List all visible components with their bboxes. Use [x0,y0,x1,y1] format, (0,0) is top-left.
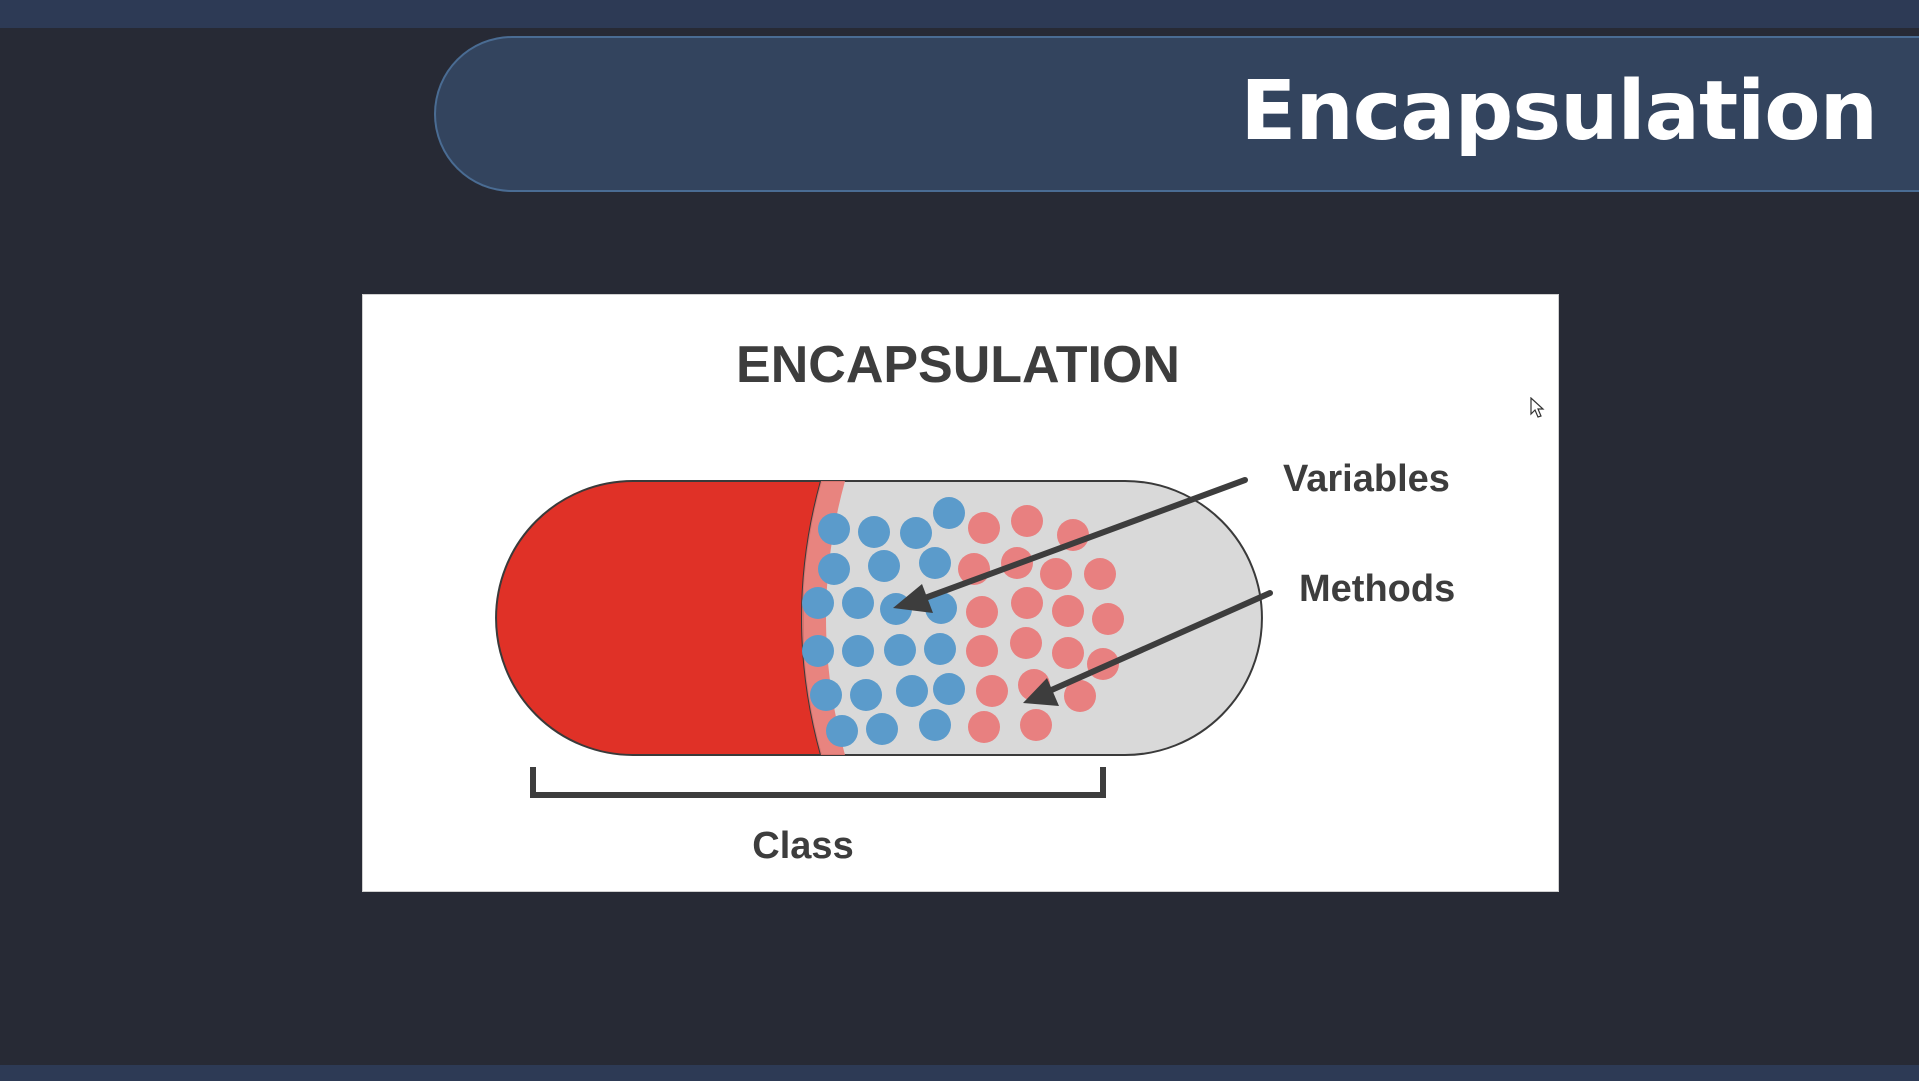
variable-dot [933,497,965,529]
variable-dot [850,679,882,711]
method-dot [966,635,998,667]
variable-dot [933,673,965,705]
method-dot [966,596,998,628]
figure-illustration: ENCAPSULATION Variables Methods Class [495,336,1455,867]
variable-dot [810,679,842,711]
variable-dot [919,709,951,741]
method-dot [1010,627,1042,659]
top-band [0,0,1919,28]
method-dot [1020,709,1052,741]
class-label: Class [752,825,853,867]
variable-dot [900,517,932,549]
slide-title: Encapsulation [1240,64,1878,159]
variable-dot [802,635,834,667]
variable-dot [842,635,874,667]
bottom-band [0,1065,1919,1081]
method-dot [1011,505,1043,537]
variable-dot [802,587,834,619]
method-dot [1052,595,1084,627]
encapsulation-figure: ENCAPSULATION Variables Methods Class [362,294,1559,892]
cursor-arrow-icon [1530,397,1545,418]
method-dot [1084,558,1116,590]
variable-dot [842,587,874,619]
method-dot [1040,558,1072,590]
method-dot [968,512,1000,544]
method-dot [976,675,1008,707]
method-dot [1052,637,1084,669]
method-dot [1092,603,1124,635]
class-bracket [530,767,1106,798]
capsule-red-half [495,480,823,756]
variable-dot [818,513,850,545]
variable-dot [818,553,850,585]
method-dot [1011,587,1043,619]
variable-dot [866,713,898,745]
figure-heading: ENCAPSULATION [736,336,1180,394]
variable-dot [868,550,900,582]
methods-label: Methods [1299,568,1455,610]
slide: Encapsulation ENCAPSULATION Variables Me… [0,0,1919,1081]
variable-dot [884,634,916,666]
method-dot [968,711,1000,743]
variable-dot [924,633,956,665]
variable-dot [919,547,951,579]
variable-dot [858,516,890,548]
variables-label: Variables [1283,458,1450,500]
variable-dot [896,675,928,707]
variable-dot [826,715,858,747]
